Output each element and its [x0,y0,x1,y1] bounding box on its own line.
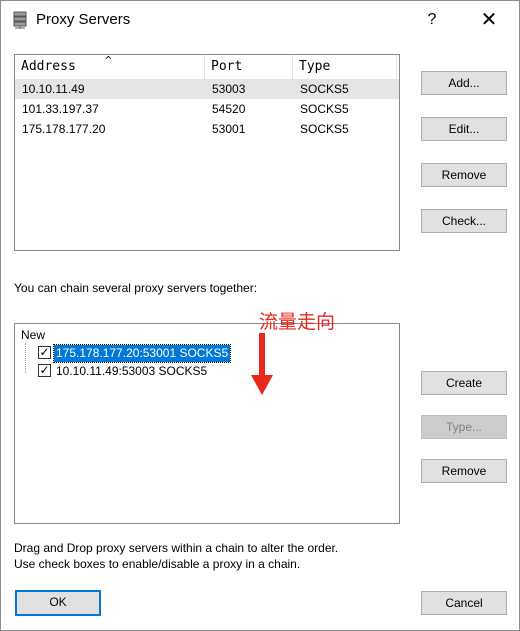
row-address: 10.10.11.49 [22,82,85,96]
add-button[interactable]: Add... [421,71,507,95]
traffic-direction-annotation: 流量走向 [259,312,336,333]
column-port-label: Port [211,59,243,74]
arrow-down-icon [251,333,273,395]
row-type: SOCKS5 [300,122,349,136]
list-header: Address ^ Port Type [15,54,399,80]
list-row[interactable]: 175.178.177.20 53001 SOCKS5 [15,119,399,139]
list-row[interactable]: 10.10.11.49 53003 SOCKS5 [15,79,399,99]
column-header-type[interactable]: Type [293,55,397,79]
chain-item-label: 175.178.177.20:53001 SOCKS5 [52,344,232,363]
row-type: SOCKS5 [300,102,349,116]
check-button[interactable]: Check... [421,209,507,233]
chain-item-label: 10.10.11.49:53003 SOCKS5 [56,364,208,378]
row-address: 101.33.197.37 [22,102,99,116]
column-address-label: Address [21,59,76,74]
help-button[interactable]: ? [409,5,455,35]
column-type-label: Type [299,59,331,74]
proxy-servers-dialog: Proxy Servers ? ✕ Address ^ Port Type 10… [0,0,520,631]
help-text-line1: Drag and Drop proxy servers within a cha… [14,541,339,555]
proxy-chain-tree[interactable]: New ✓ 175.178.177.20:53001 SOCKS5 ✓ 10.1… [14,323,400,524]
title-bar: Proxy Servers ? ✕ [1,1,519,39]
tree-connector [25,343,26,373]
chain-root-new[interactable]: New [21,328,45,342]
edit-button[interactable]: Edit... [421,117,507,141]
row-type: SOCKS5 [300,82,349,96]
ok-button[interactable]: OK [15,590,101,616]
cancel-button[interactable]: Cancel [421,591,507,615]
sort-ascending-icon: ^ [105,54,112,67]
chain-remove-button[interactable]: Remove [421,459,507,483]
row-port: 53003 [212,82,246,96]
list-row[interactable]: 101.33.197.37 54520 SOCKS5 [15,99,399,119]
column-header-address[interactable]: Address ^ [15,54,205,79]
close-button[interactable]: ✕ [466,5,512,35]
column-header-port[interactable]: Port [205,55,293,79]
create-button[interactable]: Create [421,371,507,395]
chain-item-checkbox[interactable]: ✓ [38,364,51,377]
help-text-line2: Use check boxes to enable/disable a prox… [14,557,301,571]
row-port: 54520 [212,102,246,116]
row-address: 175.178.177.20 [22,122,106,136]
window-title: Proxy Servers [36,11,131,28]
remove-button[interactable]: Remove [421,163,507,187]
server-icon [13,11,27,29]
chain-item-checkbox[interactable]: ✓ [38,346,51,359]
chain-label: You can chain several proxy servers toge… [14,281,258,295]
proxy-list[interactable]: Address ^ Port Type 10.10.11.49 53003 SO… [14,54,400,251]
type-button[interactable]: Type... [421,415,507,439]
row-port: 53001 [212,122,246,136]
